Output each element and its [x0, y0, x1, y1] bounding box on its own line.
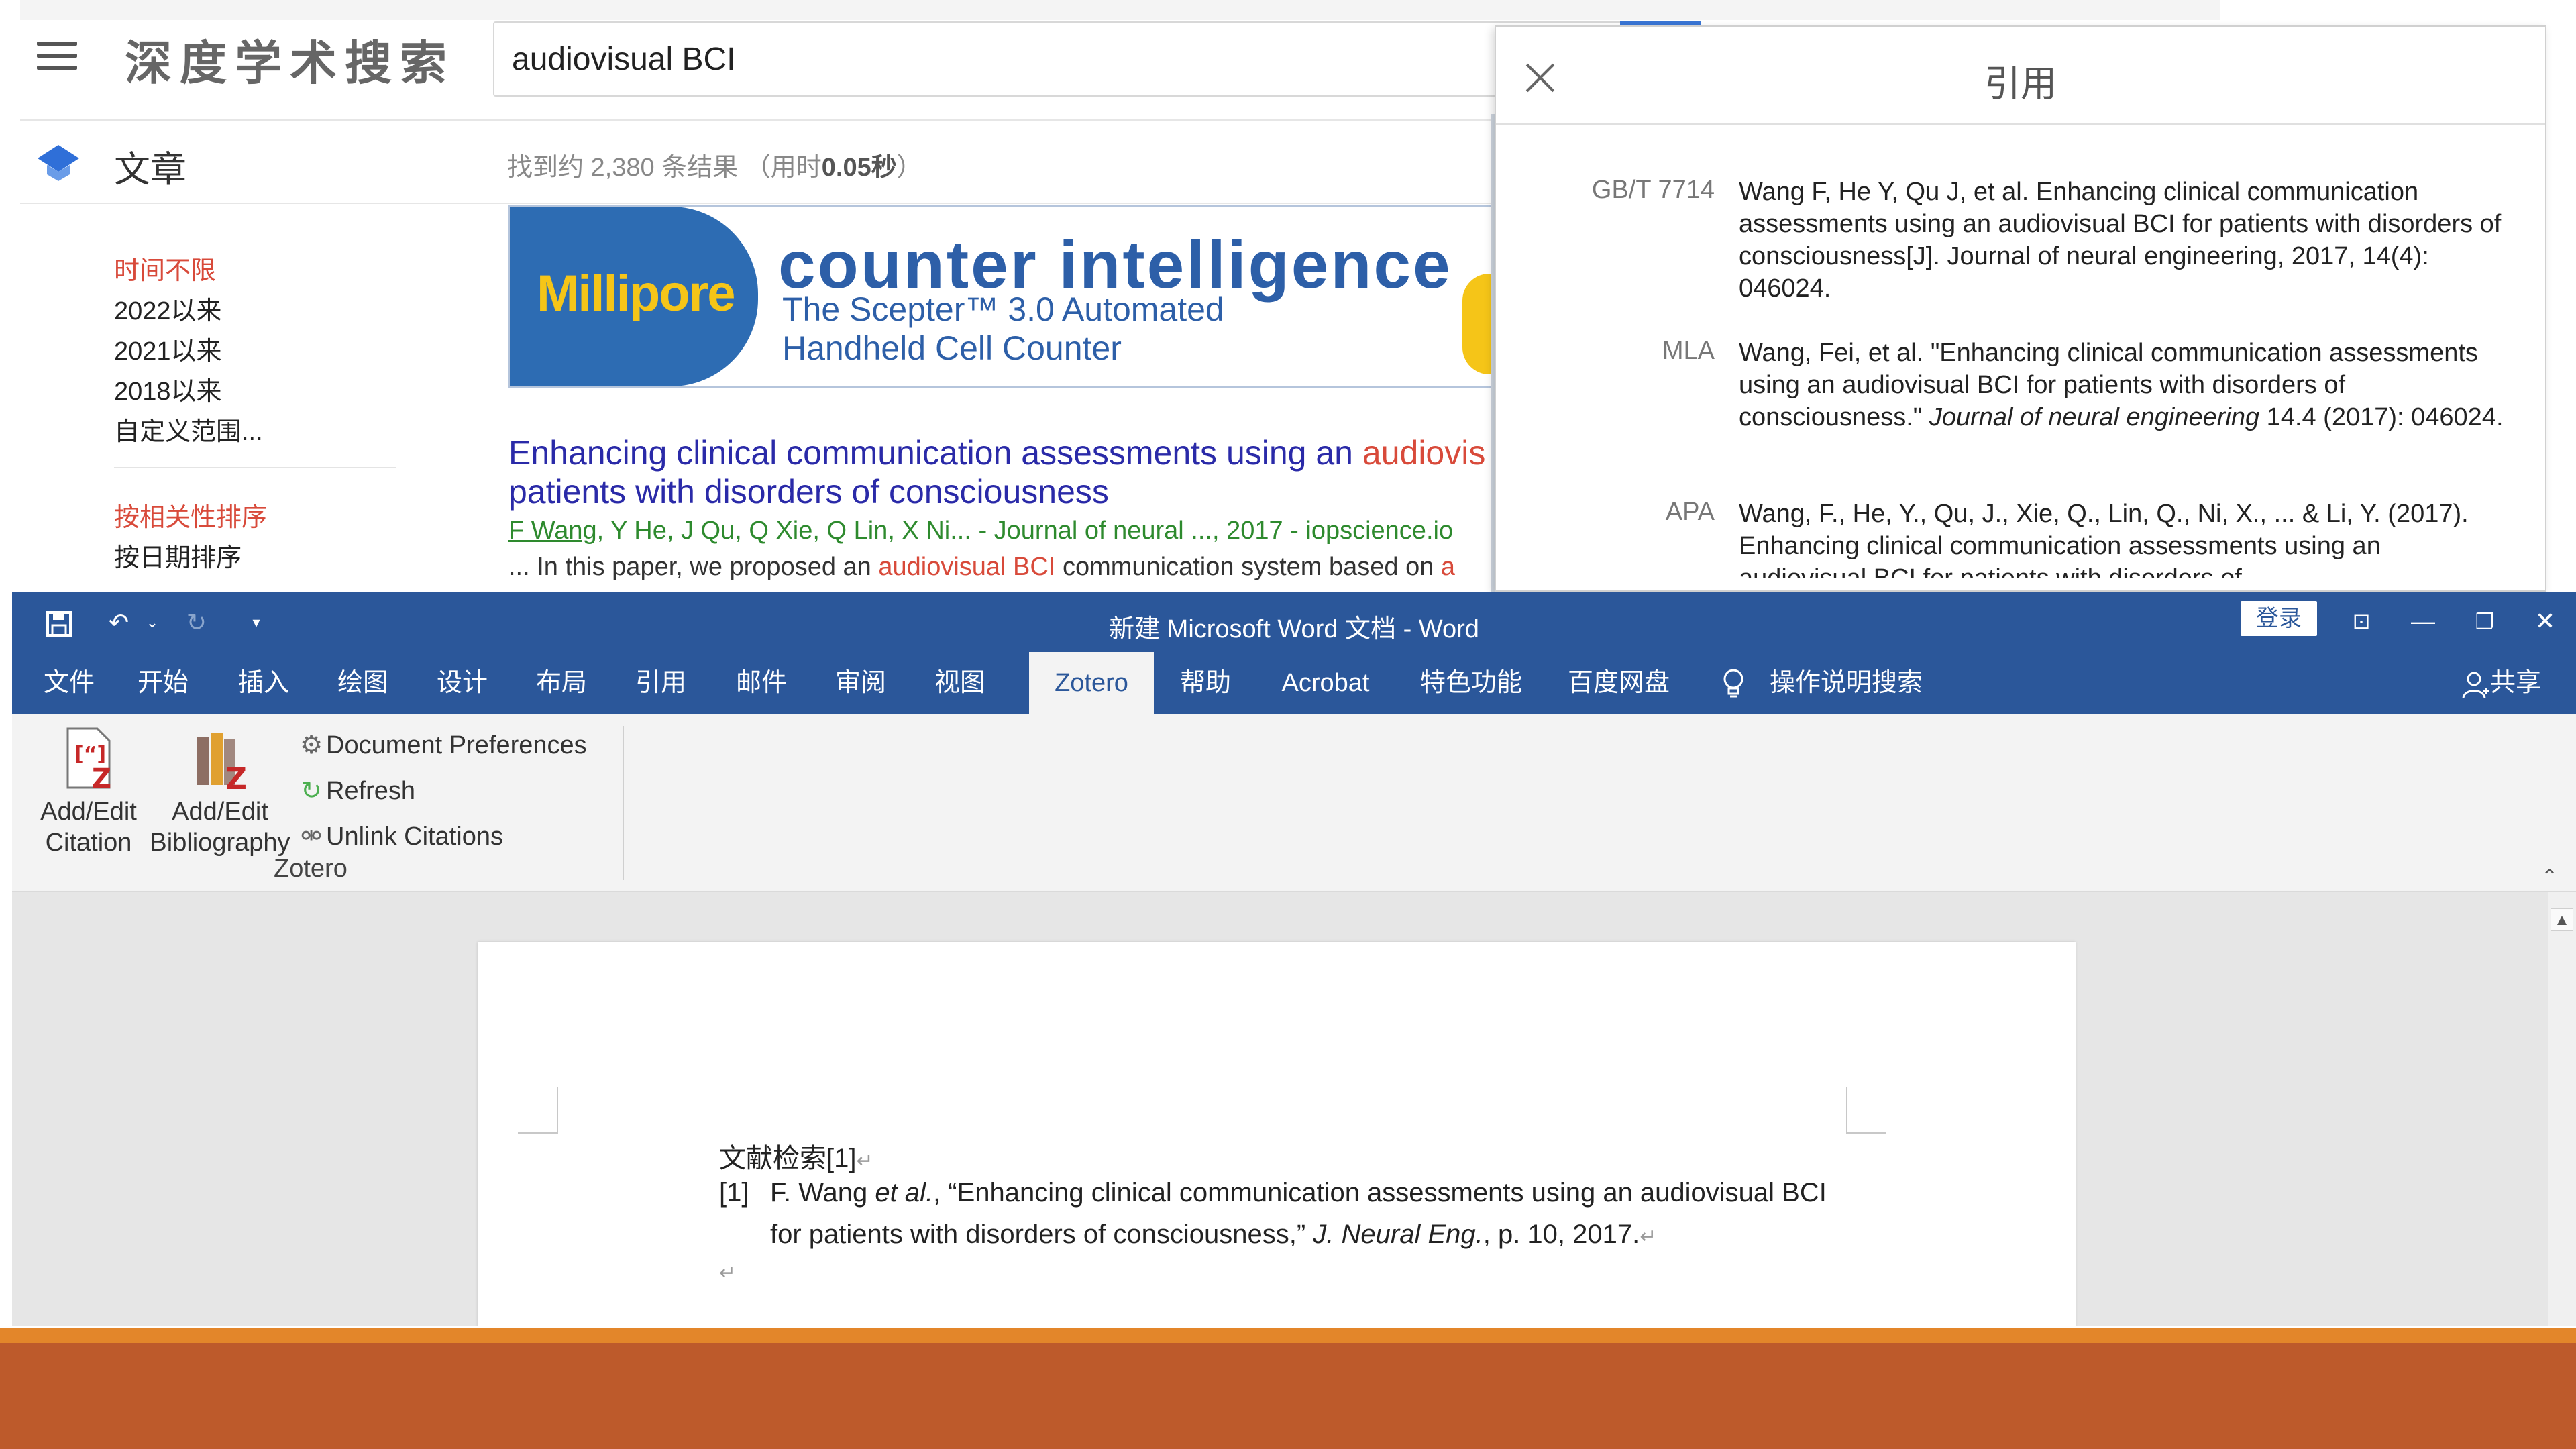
window-title: 新建 Microsoft Word 文档 - Word: [1109, 615, 1479, 643]
title-bar: ↶ ⌄ ↻ ▾ 新建 Microsoft Word 文档 - Word 登录 ⊡…: [12, 592, 2576, 652]
add-bibliography-icon: Z: [197, 733, 247, 796]
collapse-ribbon-icon[interactable]: ⌃: [2541, 865, 2558, 889]
tab-view[interactable]: 视图: [923, 652, 997, 714]
filter-divider: [114, 467, 396, 468]
close-window-icon[interactable]: ✕: [2525, 602, 2565, 640]
tab-help[interactable]: 帮助: [1169, 652, 1242, 714]
unlink-icon: ⚮: [301, 822, 322, 851]
ribbon-tabs: 文件 开始 插入 绘图 设计 布局 引用 邮件 审阅 视图 Zotero 帮助 …: [12, 652, 2576, 714]
bibliography-line-2[interactable]: for patients with disorders of conscious…: [770, 1220, 1656, 1250]
result-snippet: ... In this paper, we proposed an audiov…: [508, 553, 1456, 581]
document-preferences-button[interactable]: ⚙ Document Preferences: [297, 730, 587, 766]
tell-me-search[interactable]: 操作说明搜索: [1770, 652, 1931, 714]
svg-text:Z: Z: [92, 763, 111, 793]
menu-icon[interactable]: [37, 42, 77, 70]
person-icon: [2462, 672, 2489, 698]
margin-corner-left: [518, 1087, 558, 1134]
margin-corner-right: [1846, 1087, 1886, 1134]
tab-acrobat[interactable]: Acrobat: [1265, 652, 1386, 714]
author-link[interactable]: F Wang: [508, 517, 597, 545]
slide-accent-bar: [0, 1328, 2576, 1343]
filter-since-2021[interactable]: 2021以来: [114, 330, 222, 367]
share-button[interactable]: 共享: [2490, 652, 2557, 714]
ref-number: [1]: [719, 1178, 749, 1208]
tab-layout[interactable]: 布局: [525, 652, 598, 714]
filter-since-2018[interactable]: 2018以来: [114, 370, 222, 407]
tab-articles[interactable]: 文章: [114, 140, 186, 193]
result-meta: F Wang, Y He, J Qu, Q Xie, Q Lin, X Ni..…: [508, 517, 1454, 545]
add-citation-icon: [“] Z: [66, 727, 111, 794]
tab-review[interactable]: 审阅: [824, 652, 898, 714]
bibliography-line-1[interactable]: F. Wang et al., “Enhancing clinical comm…: [770, 1178, 1827, 1208]
add-edit-citation-button[interactable]: [“] Z Add/Edit Citation: [21, 726, 156, 858]
svg-text:Z: Z: [225, 762, 247, 793]
zotero-ribbon: [“] Z Add/Edit Citation Z Add/Edit Bibli…: [12, 714, 2576, 892]
filter-custom-range[interactable]: 自定义范围...: [114, 411, 263, 447]
lightbulb-icon: [1723, 669, 1743, 698]
ad-banner[interactable]: Millipore counter intelligence The Scept…: [508, 205, 1503, 388]
ad-subtitle: The Scepter™ 3.0 Automated Handheld Cell …: [782, 290, 1224, 367]
search-input[interactable]: [511, 35, 1651, 83]
tab-home[interactable]: 开始: [126, 652, 200, 714]
tab-insert[interactable]: 插入: [227, 652, 301, 714]
slide-footer-bar: [0, 1343, 2576, 1449]
citation-gbt[interactable]: Wang F, He Y, Qu J, et al. Enhancing cli…: [1739, 176, 2504, 305]
scroll-up-icon[interactable]: ▲: [2551, 908, 2573, 931]
sort-by-date[interactable]: 按日期排序: [114, 537, 241, 574]
dialog-title: 引用: [1984, 64, 2057, 104]
doc-heading[interactable]: 文献检索[1]↵: [719, 1136, 873, 1175]
tab-draw[interactable]: 绘图: [326, 652, 400, 714]
citation-dialog: 引用 GB/T 7714 Wang F, He Y, Qu J, et al. …: [1495, 25, 2546, 592]
paragraph-mark: ↵: [1640, 1226, 1657, 1248]
result-count: 找到约 2,380 条结果 （用时0.05秒）: [507, 154, 922, 182]
filter-since-2022[interactable]: 2022以来: [114, 290, 222, 327]
header-divider: [20, 119, 1496, 121]
nav-divider: [20, 203, 1496, 204]
refresh-icon: ↻: [301, 777, 322, 805]
format-label-mla: MLA: [1662, 337, 1715, 365]
restore-icon[interactable]: ❐: [2465, 602, 2505, 640]
ribbon-group-label: Zotero: [274, 855, 347, 883]
gear-icon: ⚙: [299, 731, 323, 759]
tab-file[interactable]: 文件: [32, 652, 106, 714]
empty-paragraph-mark: ↵: [719, 1262, 737, 1284]
ribbon-separator: [623, 726, 624, 880]
sort-by-relevance[interactable]: 按相关性排序: [114, 496, 267, 533]
unlink-citations-button[interactable]: ⚮ Unlink Citations: [297, 821, 503, 857]
graduation-cap-icon: [38, 145, 79, 181]
document-page[interactable]: 文献检索[1]↵ [1] F. Wang et al., “Enhancing …: [478, 942, 2076, 1328]
result-title-link[interactable]: Enhancing clinical communication assessm…: [508, 433, 1495, 511]
svg-text:[“]: [“]: [74, 743, 106, 766]
refresh-button[interactable]: ↻ Refresh: [297, 775, 415, 812]
citation-mla[interactable]: Wang, Fei, et al. "Enhancing clinical co…: [1739, 337, 2504, 433]
ribbon-display-icon[interactable]: ⊡: [2341, 602, 2381, 640]
site-logo[interactable]: 深度学术搜索: [125, 25, 455, 93]
word-window: ↶ ⌄ ↻ ▾ 新建 Microsoft Word 文档 - Word 登录 ⊡…: [12, 592, 2576, 1328]
filter-any-time[interactable]: 时间不限: [114, 250, 216, 286]
browser-top-strip: [20, 0, 2220, 20]
tab-special-features[interactable]: 特色功能: [1414, 652, 1528, 714]
format-label-apa: APA: [1665, 498, 1715, 526]
paragraph-mark: ↵: [856, 1150, 873, 1172]
tab-zotero[interactable]: Zotero: [1029, 652, 1154, 714]
tab-references[interactable]: 引用: [624, 652, 698, 714]
minimize-icon[interactable]: —: [2403, 602, 2443, 640]
ad-brand: Millipore: [537, 265, 735, 322]
vertical-scrollbar[interactable]: [2548, 892, 2576, 1328]
login-button[interactable]: 登录: [2241, 601, 2317, 636]
dialog-divider: [1496, 123, 2545, 125]
citation-apa[interactable]: Wang, F., He, Y., Qu, J., Xie, Q., Lin, …: [1739, 498, 2504, 578]
format-label-gbt: GB/T 7714: [1591, 176, 1715, 204]
tab-design[interactable]: 设计: [425, 652, 499, 714]
tab-mailings[interactable]: 邮件: [724, 652, 798, 714]
add-edit-bibliography-button[interactable]: Z Add/Edit Bibliography: [146, 726, 294, 858]
tab-baidu-netdisk[interactable]: 百度网盘: [1562, 652, 1676, 714]
